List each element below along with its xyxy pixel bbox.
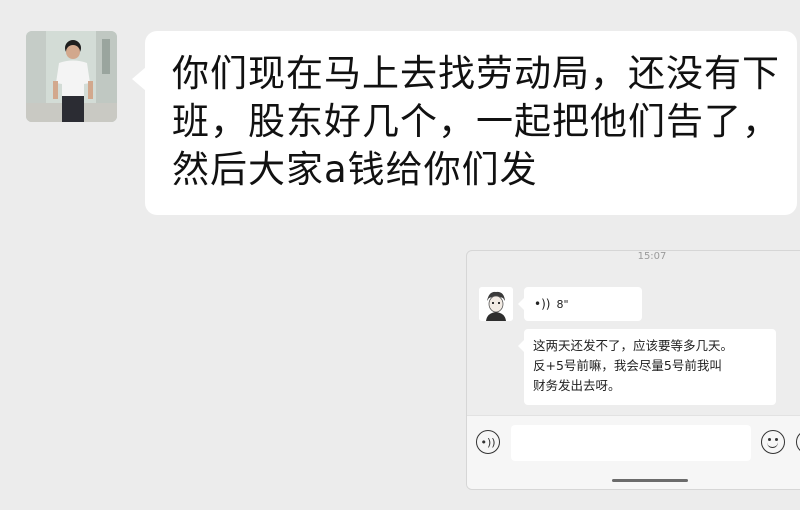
reply-line: 财务发出去呀。 [533,378,621,393]
message-line: 班，股东好几个，一起把他们告了， [172,100,780,143]
embedded-chat-screenshot: 15:07 •)) 8" 这两天还发不了，应该要等多几天。 反+5号前嘛，我会尽… [466,250,800,490]
message-line: 你们现在马上去找劳动局，还没有下 [172,52,780,95]
chat-input-bar: •)) [467,415,800,489]
emoji-icon[interactable] [761,430,785,454]
message-input[interactable] [511,425,751,461]
plus-more-icon[interactable] [796,430,800,454]
avatar-photo [26,31,117,122]
message-bubble[interactable]: 你们现在马上去找劳动局，还没有下 班，股东好几个，一起把他们告了， 然后大家a钱… [132,31,797,215]
voice-input-icon[interactable]: •)) [476,430,500,454]
timestamp: 15:07 [637,251,667,262]
reply-line: 这两天还发不了，应该要等多几天。 [533,338,734,353]
sender-avatar[interactable] [26,31,117,122]
voice-wave-icon: •)) [534,297,551,311]
voice-message-bubble[interactable]: •)) 8" [518,287,642,321]
voice-duration: 8" [556,297,569,311]
reply-line: 反+5号前嘛，我会尽量5号前我叫 [533,358,722,373]
contact-avatar[interactable] [479,287,513,321]
reply-bubble[interactable]: 这两天还发不了，应该要等多几天。 反+5号前嘛，我会尽量5号前我叫 财务发出去呀… [518,329,776,405]
message-text: 你们现在马上去找劳动局，还没有下 班，股东好几个，一起把他们告了， 然后大家a钱… [172,50,780,194]
home-indicator [612,479,688,482]
avatar-drawing [479,287,513,321]
message-line: 然后大家a钱给你们发 [172,148,538,191]
